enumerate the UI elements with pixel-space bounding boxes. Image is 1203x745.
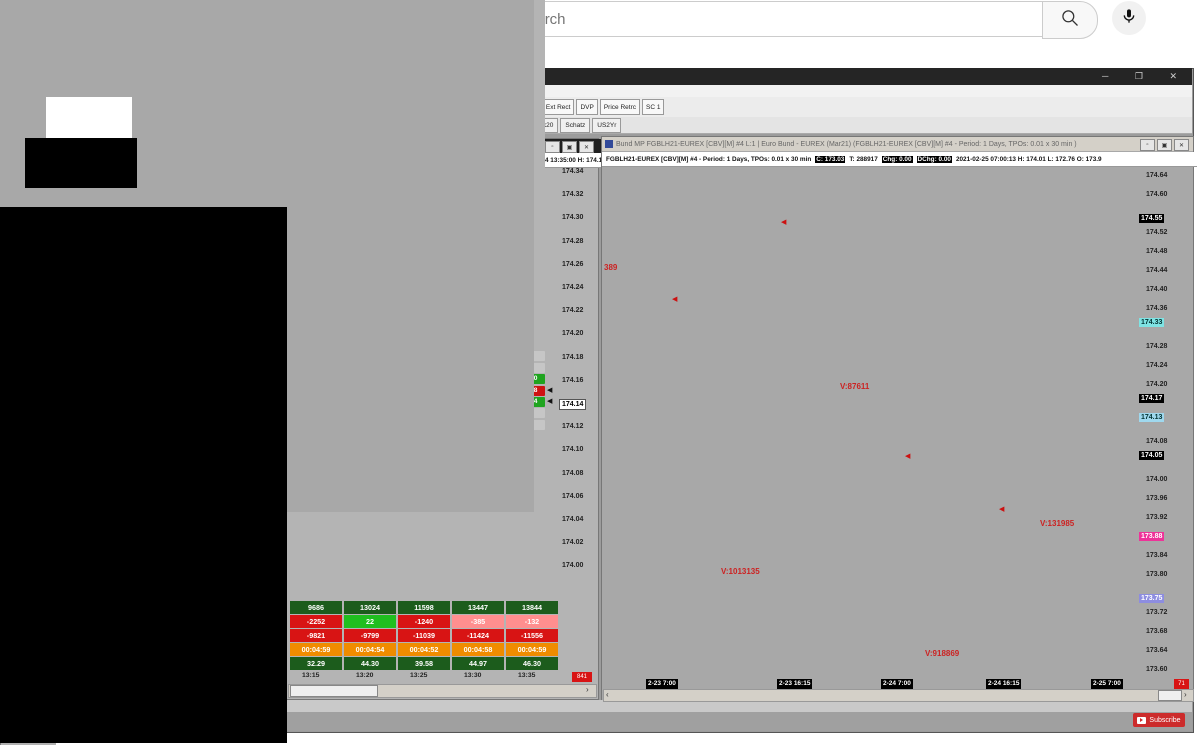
menu-item-cb[interactable]: CB bbox=[355, 87, 365, 96]
status-segment: Chg: 0.00 bbox=[881, 155, 913, 163]
left-window-buttons: ▫ ▣ ✕ bbox=[545, 141, 594, 153]
toolbar-button-30m[interactable]: 30M bbox=[316, 99, 338, 115]
tab-schatz[interactable]: Schatz bbox=[560, 118, 591, 133]
close-button[interactable]: ✕ bbox=[579, 141, 594, 153]
toolbar-button-dvp[interactable]: DVP bbox=[576, 99, 598, 115]
menu-item-help[interactable]: Help bbox=[406, 87, 421, 96]
tab-p-ed-daily[interactable]: P - ED Daily bbox=[414, 118, 460, 133]
tab-d-us-10y[interactable]: D - US 10Y bbox=[176, 118, 220, 133]
menu-item-trade[interactable]: Trade bbox=[217, 87, 236, 96]
toolbar-button-5m[interactable]: 5M bbox=[275, 99, 293, 115]
right-window-buttons: ▫ ▣ ✕ bbox=[1140, 139, 1189, 151]
close-button[interactable]: ✕ bbox=[1174, 139, 1189, 151]
toolbar-button-week[interactable]: Week bbox=[385, 99, 411, 115]
right-chart-window: Bund MP FGBLH21-EUREX [CBV][M] #4 L:1 | … bbox=[601, 136, 1197, 702]
subscribe-button[interactable]: Subscribe bbox=[1133, 713, 1185, 727]
toolbar-buttons: 10s 30s 1M 5M 15M 30M 1H Month Week Daily ⇖ ⊕ Chart … bbox=[215, 99, 665, 115]
country-code-label: RO bbox=[157, 3, 171, 13]
tab-e-gold[interactable]: E - Gold bbox=[265, 118, 300, 133]
voice-search-button[interactable] bbox=[1112, 1, 1146, 35]
search-bar bbox=[497, 1, 1043, 37]
toolbar-button-[interactable]: — bbox=[525, 99, 540, 115]
tab-g-btp[interactable]: G - BTP bbox=[378, 118, 413, 133]
status-segment: T: 288917 bbox=[849, 155, 878, 163]
status-segment: 2021-02-25 07:00:13 H: 174.01 L: 172.76 … bbox=[955, 155, 1102, 163]
toolbar-button-daily[interactable]: Daily bbox=[412, 99, 435, 115]
toolbar-button-1h[interactable]: 1H bbox=[339, 99, 356, 115]
menu-item-cw[interactable]: CW bbox=[380, 87, 393, 96]
tab-us2yr[interactable]: US2Yr bbox=[592, 118, 622, 133]
toolbar-button-1m[interactable]: 1M bbox=[255, 99, 273, 115]
status-segment: T: 2801 bbox=[414, 156, 436, 164]
status-segment: DChg: 0.00 bbox=[916, 155, 952, 163]
app-window-controls[interactable]: ─ ❐ ✕ bbox=[1102, 71, 1189, 82]
toolbar-button-15m[interactable]: 15M bbox=[294, 99, 315, 115]
menu-item-spreadsheet[interactable]: Spreadsheet bbox=[160, 87, 203, 96]
minimize-button[interactable]: ▫ bbox=[545, 141, 560, 153]
tab-c-euro[interactable]: C - Euro bbox=[139, 118, 175, 133]
app-title: Sierra Chart 2232 A - Bund SC Data - All… bbox=[22, 72, 359, 81]
toolbar-button-10s[interactable]: 10s bbox=[215, 99, 234, 115]
maximize-button[interactable]: ▣ bbox=[562, 141, 577, 153]
toolbar-button-chart-calc[interactable]: Chart Calc bbox=[484, 99, 524, 115]
cursor-tool-icon[interactable]: ⇖ bbox=[436, 99, 459, 115]
right-status-bar: FGBLH21-EUREX [CBV][M] #4 - Period: 1 Da… bbox=[602, 152, 1197, 167]
menu-item-file[interactable]: File bbox=[19, 87, 31, 96]
youtube-header: Premium RO bbox=[0, 0, 1203, 40]
tab-e-wti[interactable]: E - WTI bbox=[301, 118, 334, 133]
minimize-button[interactable]: ▫ bbox=[1140, 139, 1155, 151]
status-segment: C: 173.03 bbox=[815, 155, 846, 163]
microphone-icon bbox=[1121, 8, 1137, 29]
toolbar-button-ext-rect[interactable]: Ext Rect bbox=[541, 99, 575, 115]
status-segment: DChg: 0.00 bbox=[476, 156, 512, 164]
menu-item-global-settings[interactable]: Global Settings bbox=[250, 87, 301, 96]
search-input[interactable] bbox=[516, 9, 1000, 29]
censor-box-white bbox=[46, 97, 132, 139]
tab-bobl[interactable]: Bobl bbox=[486, 118, 510, 133]
youtube-logo-icon[interactable] bbox=[55, 9, 85, 30]
app-icon bbox=[9, 72, 17, 81]
maximize-button[interactable]: ▣ bbox=[1157, 139, 1172, 151]
status-segment: FGBLH21-EUREX [CBV][M] #4 - Period: 1 Da… bbox=[606, 155, 812, 163]
censor-box-large bbox=[0, 207, 287, 743]
tab-a-bund[interactable]: A - Bund bbox=[7, 118, 42, 133]
left-window-title: 5 Min #3 | Euro Bund - EUREX (Mar21) bbox=[139, 142, 262, 150]
toolbar-button-month[interactable]: Month bbox=[357, 99, 384, 115]
app-titlebar: Sierra Chart 2232 A - Bund SC Data - All… bbox=[5, 68, 1192, 85]
menu-item-edit[interactable]: Edit bbox=[45, 87, 58, 96]
search-button[interactable] bbox=[1042, 1, 1098, 39]
status-segment: Chg: -0.02 bbox=[439, 156, 473, 164]
status-segment: #3 bbox=[369, 156, 377, 164]
youtube-play-icon bbox=[1137, 716, 1147, 724]
status-segment: C: 174.14 bbox=[380, 156, 411, 164]
subscribe-label: Subscribe bbox=[1149, 716, 1181, 724]
right-window-title: Bund MP FGBLH21-EUREX [CBV][M] #4 L:1 | … bbox=[616, 140, 1077, 148]
search-icon bbox=[1060, 8, 1080, 33]
toolbar-button-price-retrc[interactable]: Price Retrc bbox=[599, 99, 640, 115]
censor-box-small bbox=[25, 138, 137, 188]
toolbar-button-sc-1[interactable]: SC 1 bbox=[642, 99, 665, 115]
chart-icon bbox=[605, 140, 613, 148]
tab-f-sp-500[interactable]: F - SP 500 bbox=[335, 118, 377, 133]
hamburger-menu-icon[interactable] bbox=[10, 11, 30, 33]
pan-tool-icon[interactable]: ⊕ bbox=[460, 99, 483, 115]
tab-chartbook20[interactable]: Chartbook20 bbox=[511, 118, 559, 133]
toolbar-button-30s[interactable]: 30s bbox=[235, 99, 254, 115]
tab-bts[interactable]: BTS bbox=[461, 118, 485, 133]
page: Premium RO Sierra Chart 2232 A - Bund SC… bbox=[0, 0, 1203, 745]
menu-item-window[interactable]: Window bbox=[315, 87, 342, 96]
tab-d-us-30y[interactable]: D - US 30Y bbox=[221, 118, 264, 133]
right-window-titlebar[interactable]: Bund MP FGBLH21-EUREX [CBV][M] #4 L:1 | … bbox=[602, 137, 1193, 151]
